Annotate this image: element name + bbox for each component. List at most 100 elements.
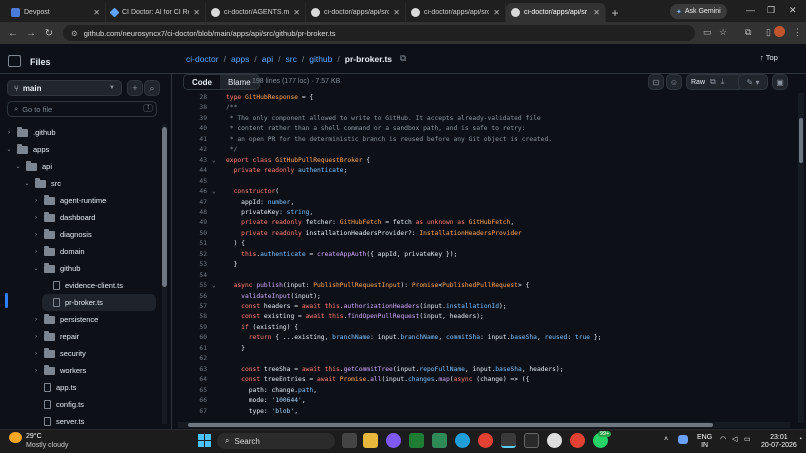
add-file-button[interactable]: + xyxy=(127,80,143,96)
xbox-icon[interactable] xyxy=(409,433,424,448)
tree-folder[interactable]: ⌄ api xyxy=(15,158,52,175)
copilot-button[interactable]: ☺ xyxy=(666,74,682,90)
code-horizontal-scrollbar[interactable] xyxy=(178,422,790,428)
wifi-icon[interactable]: ◠ xyxy=(720,436,726,444)
copy-raw-icon[interactable]: ⧉ xyxy=(710,77,716,87)
tray-app-icon[interactable] xyxy=(678,435,688,444)
symbols-button[interactable]: ⊡ xyxy=(648,74,664,90)
breadcrumb-link[interactable]: ci-doctor xyxy=(186,54,219,64)
line-number[interactable]: 53 xyxy=(178,260,207,270)
line-number[interactable]: 45 xyxy=(178,177,207,187)
line-number[interactable]: 44 xyxy=(178,166,207,176)
edit-button[interactable]: ✎ ▾ xyxy=(738,74,768,90)
line-number[interactable]: 59 xyxy=(178,323,207,333)
start-button[interactable] xyxy=(198,434,211,447)
browser-tab[interactable]: CI Doctor: AI for CI Re ✕ xyxy=(106,3,206,22)
browser-tab[interactable]: ci-doctor/apps/api/sr ✕ xyxy=(506,3,606,22)
sidebar-scrollbar[interactable] xyxy=(162,124,167,424)
page-scroll-thumb[interactable] xyxy=(799,118,803,163)
tray-overflow-icon[interactable]: ˄ xyxy=(664,436,668,444)
browser-tab[interactable]: ci-doctor/apps/api/src ✕ xyxy=(306,3,406,22)
close-tab-icon[interactable]: ✕ xyxy=(593,8,600,17)
line-number[interactable]: 56 xyxy=(178,292,207,302)
code-hscroll-thumb[interactable] xyxy=(188,423,713,427)
site-info-icon[interactable]: ⚙ xyxy=(71,29,78,38)
reload-icon[interactable]: ↻ xyxy=(40,28,58,39)
tree-folder[interactable]: › domain xyxy=(33,243,85,260)
breadcrumb-link[interactable]: src xyxy=(286,54,297,64)
line-number[interactable]: 67 xyxy=(178,407,207,417)
line-number[interactable]: 43 xyxy=(178,156,207,166)
language-indicator[interactable]: ENG IN xyxy=(697,434,712,450)
fold-chevron-icon[interactable]: ⌄ xyxy=(212,187,216,197)
search-files-button[interactable]: ⌕ xyxy=(144,80,160,96)
fold-chevron-icon[interactable]: ⌄ xyxy=(212,156,216,166)
tree-file[interactable]: app.ts xyxy=(33,379,76,396)
chrome-active-icon[interactable] xyxy=(501,433,516,448)
line-number[interactable]: 62 xyxy=(178,354,207,364)
go-to-file-input[interactable]: ⌕ Go to file t xyxy=(7,101,157,117)
line-number[interactable]: 64 xyxy=(178,375,207,385)
sidebar-scroll-thumb[interactable] xyxy=(162,127,167,287)
line-number[interactable]: 38 xyxy=(178,103,207,113)
close-tab-icon[interactable]: ✕ xyxy=(293,8,300,17)
tab-code[interactable]: Code xyxy=(184,75,220,89)
copilot-app-icon[interactable] xyxy=(386,433,401,448)
tree-folder[interactable]: › .github xyxy=(6,124,56,141)
tree-folder[interactable]: › diagnosis xyxy=(33,226,92,243)
ask-gemini-button[interactable]: ✦ Ask Gemini xyxy=(670,4,727,19)
tree-folder[interactable]: ⌄ src xyxy=(24,175,61,192)
tree-folder[interactable]: › persistence xyxy=(33,311,98,328)
chatgpt-icon[interactable] xyxy=(547,433,562,448)
tree-file[interactable]: server.ts xyxy=(33,413,84,430)
tree-folder[interactable]: › security xyxy=(33,345,86,362)
line-number[interactable]: 49 xyxy=(178,218,207,228)
download-icon[interactable]: ⤓ xyxy=(721,77,725,87)
close-window-button[interactable]: ✕ xyxy=(789,5,797,16)
copy-path-icon[interactable]: ⧉ xyxy=(400,53,406,64)
line-number[interactable]: 66 xyxy=(178,396,207,406)
edge-icon[interactable] xyxy=(455,433,470,448)
terminal-icon[interactable] xyxy=(524,433,539,448)
taskbar-search[interactable]: ⌕ Search xyxy=(217,433,335,449)
profile-avatar[interactable] xyxy=(774,26,785,37)
file-explorer-icon[interactable] xyxy=(363,433,378,448)
branch-selector[interactable]: ⑂ main ▼ xyxy=(7,80,122,96)
line-number[interactable]: 42 xyxy=(178,145,207,155)
line-number[interactable]: 55 xyxy=(178,281,207,291)
store-icon[interactable] xyxy=(432,433,447,448)
maximize-button[interactable]: ❐ xyxy=(767,5,775,16)
battery-icon[interactable]: ▭ xyxy=(744,436,751,444)
back-icon[interactable]: ← xyxy=(4,28,22,39)
line-number[interactable]: 65 xyxy=(178,386,207,396)
bookmark-star-icon[interactable]: ☆ xyxy=(719,27,727,38)
breadcrumb-link[interactable]: github xyxy=(309,54,332,64)
tree-folder[interactable]: ⌄ apps xyxy=(6,141,49,158)
tree-folder[interactable]: › dashboard xyxy=(33,209,95,226)
close-tab-icon[interactable]: ✕ xyxy=(93,8,100,17)
tree-file[interactable]: evidence-client.ts xyxy=(42,277,123,294)
line-number[interactable]: 28 xyxy=(178,93,207,103)
code-view[interactable]: 28 type GitHubResponse = {38/** 39 * The o… xyxy=(178,93,793,420)
volume-icon[interactable]: ◁ xyxy=(732,436,737,444)
page-scrollbar[interactable] xyxy=(798,93,804,423)
line-number[interactable]: 60 xyxy=(178,333,207,343)
line-number[interactable]: 63 xyxy=(178,365,207,375)
fold-chevron-icon[interactable]: ⌄ xyxy=(212,281,216,291)
tree-folder[interactable]: › agent-runtime xyxy=(33,192,106,209)
notifications-icon[interactable]: ◔ xyxy=(798,436,802,444)
line-number[interactable]: 54 xyxy=(178,271,207,281)
weather-widget[interactable]: 29°C Mostly cloudy xyxy=(26,432,68,450)
line-number[interactable]: 40 xyxy=(178,124,207,134)
install-icon[interactable]: ▭ xyxy=(703,27,712,38)
sidepanel-icon[interactable]: ▯ xyxy=(766,27,771,38)
raw-button[interactable]: Raw xyxy=(691,79,705,86)
top-button[interactable]: ↑ Top xyxy=(760,53,778,62)
chrome-profile-icon[interactable] xyxy=(570,433,585,448)
browser-tab[interactable]: Devpost ✕ xyxy=(6,3,106,22)
line-number[interactable]: 61 xyxy=(178,344,207,354)
minimize-button[interactable]: — xyxy=(746,5,755,15)
line-number[interactable]: 47 xyxy=(178,198,207,208)
browser-tab[interactable]: ci-doctor/AGENTS.md ✕ xyxy=(206,3,306,22)
task-view-icon[interactable] xyxy=(342,433,357,448)
